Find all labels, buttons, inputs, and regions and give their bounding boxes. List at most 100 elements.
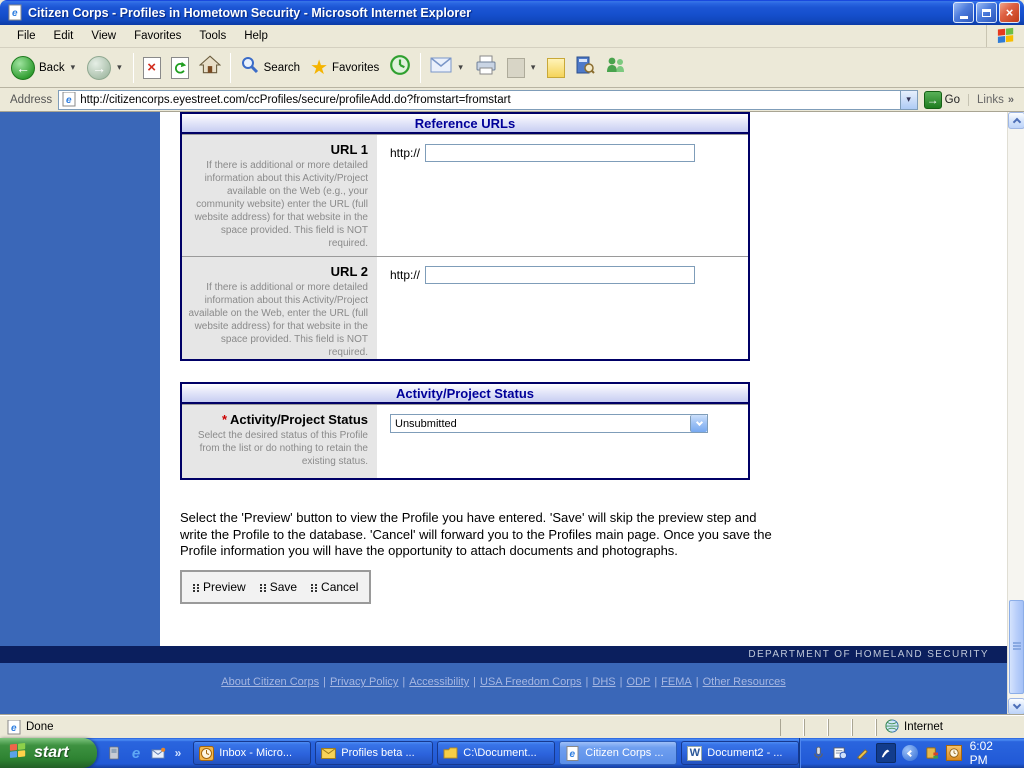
mail-dropdown-icon[interactable]: ▾: [456, 62, 465, 73]
messenger-button[interactable]: [600, 52, 632, 84]
url2-label-cell: URL 2 If there is additional or more det…: [182, 257, 377, 359]
handwriting-icon[interactable]: [854, 745, 870, 761]
task-button-word-document[interactable]: W Document2 - ...: [681, 741, 800, 765]
edit-dropdown-icon[interactable]: ▾: [529, 62, 538, 73]
task-button-profiles-email[interactable]: Profiles beta ...: [315, 741, 434, 765]
ink-tool-icon[interactable]: [875, 743, 896, 763]
url1-input[interactable]: [425, 144, 696, 162]
links-chevron-icon[interactable]: »: [1008, 94, 1014, 106]
back-label: Back: [39, 61, 65, 74]
scroll-down-button[interactable]: [1008, 698, 1024, 715]
url1-label: URL 1: [330, 142, 368, 157]
chevron-down-icon[interactable]: [690, 415, 707, 432]
favorites-button[interactable]: ★ Favorites: [305, 52, 384, 84]
footer-link-about[interactable]: About Citizen Corps: [221, 676, 319, 688]
scrollbar-thumb[interactable]: [1009, 600, 1024, 694]
footer-link-accessibility[interactable]: Accessibility: [409, 676, 469, 688]
favorites-label: Favorites: [332, 61, 380, 74]
address-dropdown-icon[interactable]: ▾: [899, 90, 917, 109]
task-button-explorer-folder[interactable]: C:\Document...: [437, 741, 556, 765]
status-label-cell: * Activity/Project Status Select the desi…: [182, 405, 377, 478]
start-button[interactable]: start: [0, 738, 97, 768]
quicklaunch-outlook-express-icon[interactable]: [151, 746, 166, 761]
menu-edit[interactable]: Edit: [45, 27, 83, 45]
research-button[interactable]: [570, 52, 600, 84]
status-label-text: Activity/Project Status: [230, 412, 368, 427]
close-button[interactable]: ×: [999, 2, 1020, 23]
status-pane: [780, 718, 804, 736]
reference-urls-section: Reference URLs URL 1 If there is additio…: [180, 112, 750, 361]
search-label: Search: [263, 61, 301, 74]
quicklaunch-internet-explorer-icon[interactable]: e: [129, 746, 144, 761]
status-select[interactable]: Unsubmitted: [390, 414, 708, 433]
minimize-button[interactable]: [953, 2, 974, 23]
search-button[interactable]: Search: [235, 52, 305, 84]
preview-button[interactable]: Preview: [193, 580, 246, 594]
vertical-scrollbar[interactable]: [1007, 112, 1024, 715]
clock-icon[interactable]: [945, 745, 962, 761]
language-bar-icon[interactable]: [832, 745, 848, 761]
url2-label: URL 2: [330, 264, 368, 279]
dhs-banner: DEPARTMENT OF HOMELAND SECURITY: [0, 646, 1007, 663]
links-bar[interactable]: Links »: [968, 93, 1020, 106]
footer-link-fema[interactable]: FEMA: [661, 676, 692, 688]
status-description: Select the desired status of this Profil…: [197, 430, 368, 467]
menu-tools[interactable]: Tools: [190, 27, 235, 45]
history-button[interactable]: [384, 52, 416, 84]
taskbar: start e » Inbox - Micro... Profiles beta…: [0, 738, 1024, 768]
updates-icon[interactable]: [924, 745, 940, 761]
microphone-icon[interactable]: [810, 745, 826, 761]
status-bar: e Done Internet: [0, 715, 1024, 738]
url2-prefix: http://: [390, 268, 421, 282]
quicklaunch-device-icon[interactable]: [107, 746, 122, 761]
minimize-icon: [959, 16, 968, 19]
instructions-text: Select the 'Preview' button to view the …: [180, 510, 772, 558]
refresh-button[interactable]: [166, 52, 194, 84]
footer-link-odp[interactable]: ODP: [626, 676, 650, 688]
window-controls: ×: [953, 2, 1020, 23]
task-button-inbox[interactable]: Inbox - Micro...: [193, 741, 312, 765]
forward-button[interactable]: → ▾: [82, 52, 129, 84]
url1-prefix: http://: [390, 146, 421, 160]
forward-dropdown-icon[interactable]: ▾: [115, 62, 124, 73]
mail-button[interactable]: ▾: [425, 52, 470, 84]
status-section: Activity/Project Status * Activity/Projec…: [180, 382, 750, 480]
menu-help[interactable]: Help: [235, 27, 277, 45]
tray-collapse-chevron-icon[interactable]: [901, 745, 918, 761]
footer-link-usafreedomcorps[interactable]: USA Freedom Corps: [480, 676, 581, 688]
status-text: Done: [26, 721, 54, 733]
menu-file[interactable]: File: [8, 27, 45, 45]
back-dropdown-icon[interactable]: ▾: [69, 62, 78, 73]
back-button[interactable]: ← Back ▾: [6, 52, 82, 84]
footer-link-dhs[interactable]: DHS: [592, 676, 615, 688]
quicklaunch-overflow-chevron-icon[interactable]: »: [175, 746, 182, 760]
links-label: Links: [977, 93, 1004, 106]
security-zone-pane: Internet: [876, 718, 1021, 736]
edit-button[interactable]: ▾: [502, 52, 543, 84]
save-button[interactable]: Save: [259, 580, 297, 594]
svg-text:e: e: [66, 95, 72, 106]
discuss-button[interactable]: [542, 52, 570, 84]
menu-favorites[interactable]: Favorites: [125, 27, 190, 45]
cancel-button[interactable]: Cancel: [311, 580, 358, 594]
url2-row: URL 2 If there is additional or more det…: [182, 256, 748, 359]
restore-button[interactable]: [976, 2, 997, 23]
ie-page-icon: e: [7, 4, 24, 21]
print-button[interactable]: [470, 52, 502, 84]
quick-launch-bar: e »: [97, 746, 188, 761]
stop-button[interactable]: ×: [138, 52, 166, 84]
scroll-up-button[interactable]: [1008, 112, 1024, 129]
go-button[interactable]: → Go: [918, 90, 966, 109]
url1-field-cell: http://: [377, 135, 748, 256]
footer-link-other[interactable]: Other Resources: [703, 676, 786, 688]
url2-input[interactable]: [425, 266, 696, 284]
footer-separator: |: [323, 676, 326, 688]
home-button[interactable]: [194, 52, 226, 84]
footer-links-bar: About Citizen Corps | Privacy Policy | Acces…: [0, 663, 1007, 715]
taskbar-clock[interactable]: 6:02 PM: [968, 739, 1014, 767]
address-input[interactable]: [80, 91, 900, 108]
footer-link-privacy[interactable]: Privacy Policy: [330, 676, 398, 688]
url1-label-cell: URL 1 If there is additional or more det…: [182, 135, 377, 256]
menu-view[interactable]: View: [82, 27, 125, 45]
task-button-citizen-corps-active[interactable]: e Citizen Corps ...: [559, 741, 678, 765]
